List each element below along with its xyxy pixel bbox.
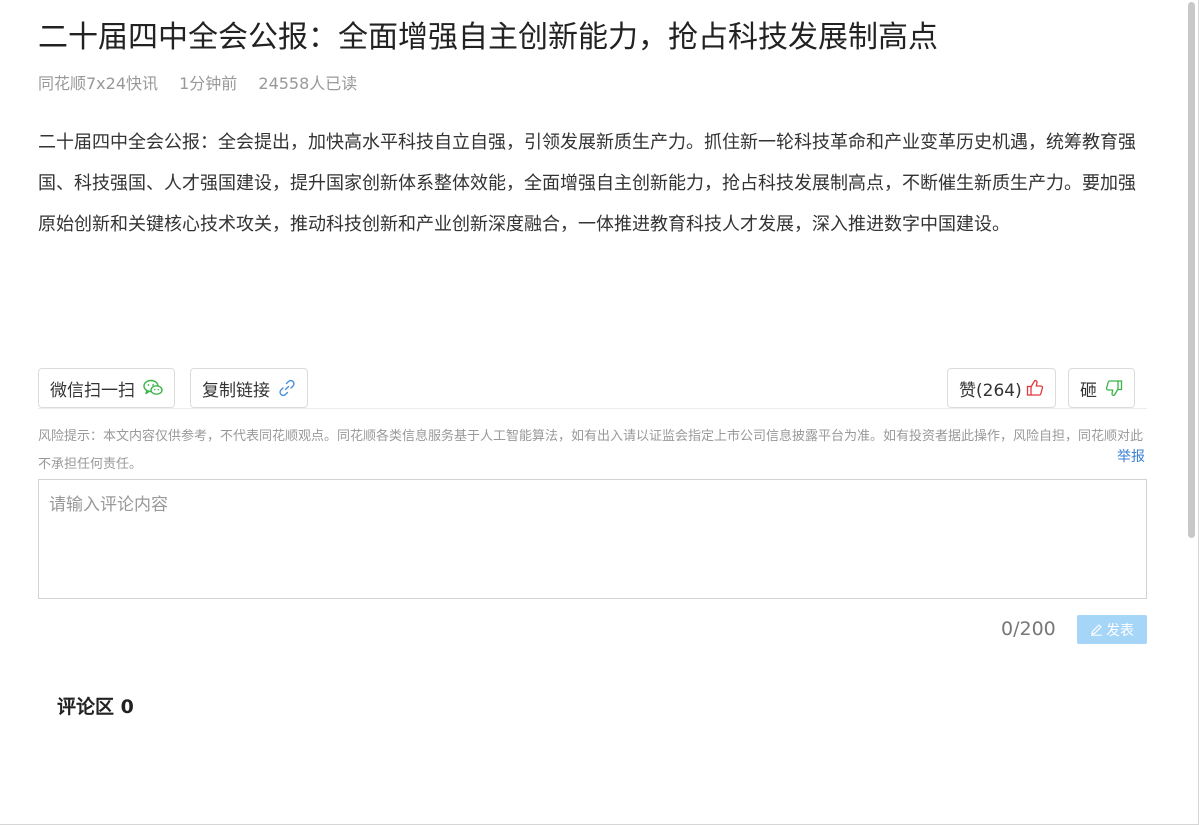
thumbs-up-icon (1026, 379, 1043, 396)
like-button[interactable]: 赞(264) (947, 368, 1056, 408)
dislike-button[interactable]: 砸 (1068, 368, 1135, 408)
wechat-icon (143, 379, 163, 395)
article-page: 二十届四中全会公报：全面增强自主创新能力，抢占科技发展制高点 同花顺7x24快讯… (0, 0, 1199, 825)
article-source: 同花顺7x24快讯 (38, 74, 159, 93)
scrollbar[interactable] (1185, 0, 1197, 824)
article-meta: 同花顺7x24快讯 1分钟前 24558人已读 (38, 72, 373, 96)
char-counter: 0/200 (1001, 618, 1056, 640)
article-time: 1分钟前 (179, 74, 238, 93)
copy-link-label: 复制链接 (202, 380, 270, 401)
publish-label: 发表 (1106, 622, 1134, 639)
like-label: 赞(264) (959, 380, 1022, 401)
report-link[interactable]: 举报 (1117, 446, 1145, 466)
divider (38, 408, 1147, 409)
article-body: 二十届四中全会公报：全会提出，加快高水平科技自立自强，引领发展新质生产力。抓住新… (38, 132, 1136, 235)
link-icon (279, 379, 295, 397)
publish-button[interactable]: 发表 (1077, 615, 1147, 644)
wechat-scan-button[interactable]: 微信扫一扫 (38, 368, 175, 408)
edit-icon (1091, 624, 1102, 636)
dislike-label: 砸 (1080, 380, 1097, 401)
copy-link-button[interactable]: 复制链接 (190, 368, 308, 408)
comments-section-title: 评论区 0 (57, 696, 134, 718)
wechat-scan-label: 微信扫一扫 (50, 380, 135, 401)
article-title: 二十届四中全会公报：全面增强自主创新能力，抢占科技发展制高点 (38, 20, 938, 55)
thumbs-down-icon (1105, 380, 1123, 397)
risk-notice: 风险提示：本文内容仅供参考，不代表同花顺观点。同花顺各类信息服务基于人工智能算法… (38, 429, 1144, 472)
article-reads: 24558人已读 (258, 74, 358, 93)
comment-input[interactable] (38, 479, 1147, 599)
scrollbar-thumb[interactable] (1188, 2, 1195, 538)
